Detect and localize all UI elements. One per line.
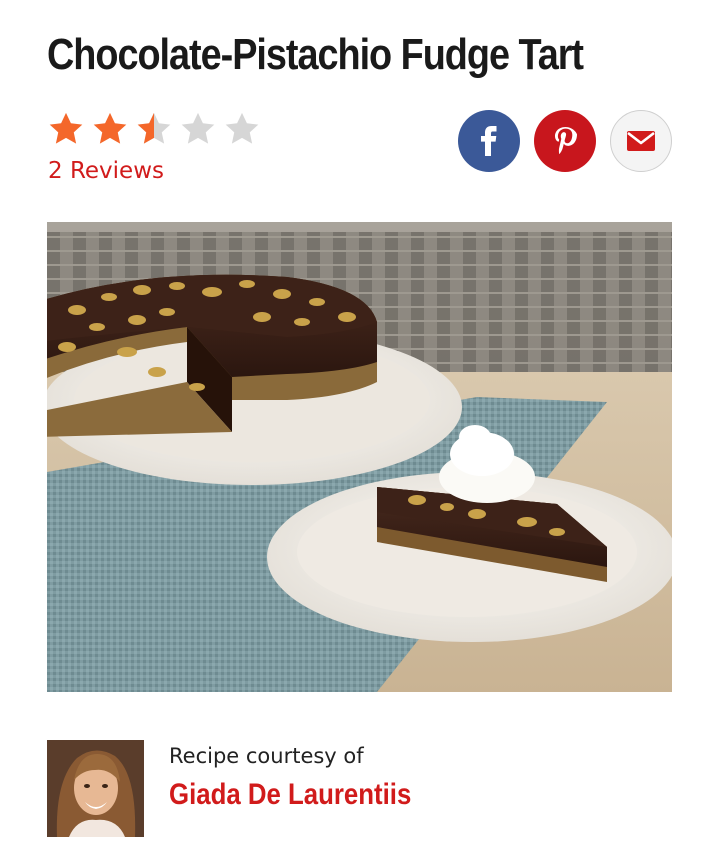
facebook-icon (481, 126, 497, 156)
recipe-photo (47, 222, 672, 692)
star-rating[interactable] (47, 110, 261, 148)
author-avatar[interactable] (47, 740, 144, 837)
star-filled-icon (47, 110, 85, 148)
mail-icon (627, 131, 655, 151)
star-empty-icon (179, 110, 217, 148)
author-name-link[interactable]: Giada De Laurentiis (169, 778, 411, 812)
facebook-share-button[interactable] (458, 110, 520, 172)
reviews-link[interactable]: 2 Reviews (48, 158, 164, 184)
email-share-button[interactable] (610, 110, 672, 172)
star-half-icon (135, 110, 173, 148)
star-filled-icon (91, 110, 129, 148)
author-block: Recipe courtesy of Giada De Laurentiis (47, 740, 451, 837)
star-empty-icon (223, 110, 261, 148)
recipe-title: Chocolate-Pistachio Fudge Tart (47, 30, 584, 79)
pinterest-share-button[interactable] (534, 110, 596, 172)
recipe-courtesy-label: Recipe courtesy of (169, 744, 364, 768)
pinterest-icon (555, 127, 577, 154)
share-buttons (458, 110, 672, 172)
